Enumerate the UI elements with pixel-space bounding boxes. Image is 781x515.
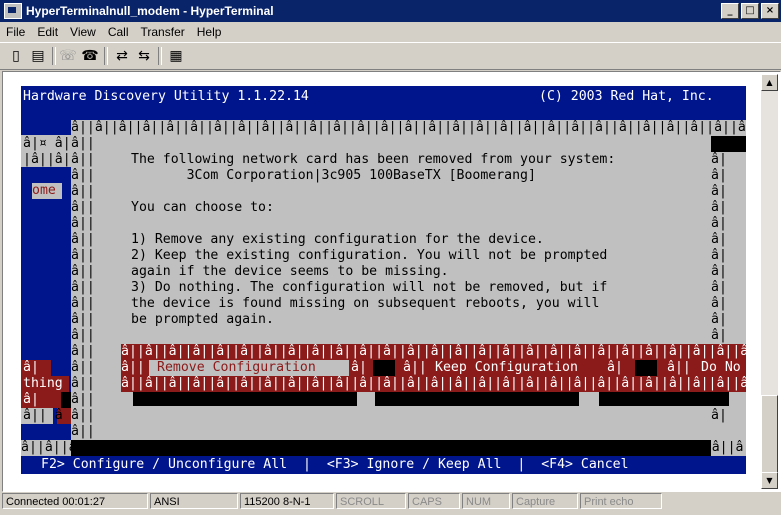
terminal-client-area[interactable]: Hardware Discovery Utility 1.1.22.14 (C)…	[2, 71, 781, 492]
toolbar: ▯ ▤ ☏ ☎ ⇄ ⇆ ▦	[0, 42, 781, 70]
status-connected: Connected 00:01:27	[2, 493, 148, 509]
disconnect-icon[interactable]: ☎	[80, 46, 100, 66]
connect-icon[interactable]: ☏	[58, 46, 78, 66]
scroll-down-icon[interactable]: ▼	[761, 472, 778, 489]
status-num: NUM	[462, 493, 510, 509]
menu-file[interactable]: File	[0, 25, 31, 39]
dialog-text-line: 2) Keep the existing configuration. You …	[131, 248, 608, 263]
maximize-button[interactable]: □	[741, 3, 759, 19]
dialog-text-line: 1) Remove any existing configuration for…	[131, 232, 544, 247]
scroll-thumb[interactable]	[761, 395, 778, 473]
dialog-text-line: be prompted again.	[131, 312, 274, 327]
vertical-scrollbar[interactable]: ▲ ▼	[761, 74, 778, 489]
dialog-text-line: 3Com Corporation|3c905 100BaseTX [Boomer…	[131, 168, 536, 183]
bg-fragment: â|	[23, 360, 39, 375]
dialog-text-line: 3) Do nothing. The configuration will no…	[131, 280, 608, 295]
hyperterminal-icon	[4, 3, 22, 19]
send-icon[interactable]: ⇄	[112, 46, 132, 66]
dialog-text-line: You can choose to:	[131, 200, 274, 215]
app-header-right: (C) 2003 Red Hat, Inc.	[539, 89, 714, 104]
bg-fragment: â|| â	[23, 408, 63, 423]
dialog-text-line: again if the device seems to be missing.	[131, 264, 449, 279]
do-nothing-button[interactable]: Do No	[701, 360, 741, 376]
minimize-button[interactable]: _	[721, 3, 739, 19]
title-bar: HyperTerminalnull_modem - HyperTerminal …	[0, 0, 781, 22]
menu-edit[interactable]: Edit	[31, 25, 64, 39]
new-icon[interactable]: ▯	[6, 46, 26, 66]
status-caps: CAPS	[408, 493, 460, 509]
status-port-settings: 115200 8-N-1	[240, 493, 334, 509]
status-scroll: SCROLL	[336, 493, 406, 509]
receive-icon[interactable]: ⇆	[134, 46, 154, 66]
dialog-text-line: the device is found missing on subsequen…	[131, 296, 600, 311]
open-icon[interactable]: ▤	[28, 46, 48, 66]
status-emulation: ANSI	[150, 493, 238, 509]
terminal-screen[interactable]: Hardware Discovery Utility 1.1.22.14 (C)…	[21, 86, 746, 474]
scroll-up-icon[interactable]: ▲	[761, 74, 778, 91]
menu-view[interactable]: View	[64, 25, 102, 39]
bg-fragment: â|	[23, 392, 39, 407]
close-button[interactable]: ×	[761, 3, 779, 19]
bg-fragment: â|¤ â|	[23, 136, 71, 151]
bg-fragment: thing	[23, 376, 63, 391]
dialog-top-border: â||â||â||â||â||â||â||â||â||â||â||â||â||â…	[71, 120, 746, 135]
menu-help[interactable]: Help	[191, 25, 228, 39]
window-title: HyperTerminalnull_modem - HyperTerminal	[26, 4, 274, 18]
status-print-echo: Print echo	[580, 493, 662, 509]
app-header-left: Hardware Discovery Utility 1.1.22.14	[23, 89, 309, 104]
menu-call[interactable]: Call	[102, 25, 135, 39]
remove-configuration-label[interactable]: Remove Configuration	[157, 360, 316, 376]
menu-transfer[interactable]: Transfer	[135, 25, 191, 39]
properties-icon[interactable]: ▦	[166, 46, 186, 66]
status-capture: Capture	[512, 493, 578, 509]
status-bar: Connected 00:01:27 ANSI 115200 8-N-1 SCR…	[0, 491, 781, 513]
dialog-text-line: The following network card has been remo…	[131, 152, 616, 167]
bg-fragment: ome	[32, 183, 56, 198]
menu-bar: File Edit View Call Transfer Help	[0, 22, 781, 42]
keep-configuration-button[interactable]: Keep Configuration	[435, 360, 578, 376]
footer-help-text: F2> Configure / Unconfigure All | <F3> I…	[41, 457, 629, 472]
